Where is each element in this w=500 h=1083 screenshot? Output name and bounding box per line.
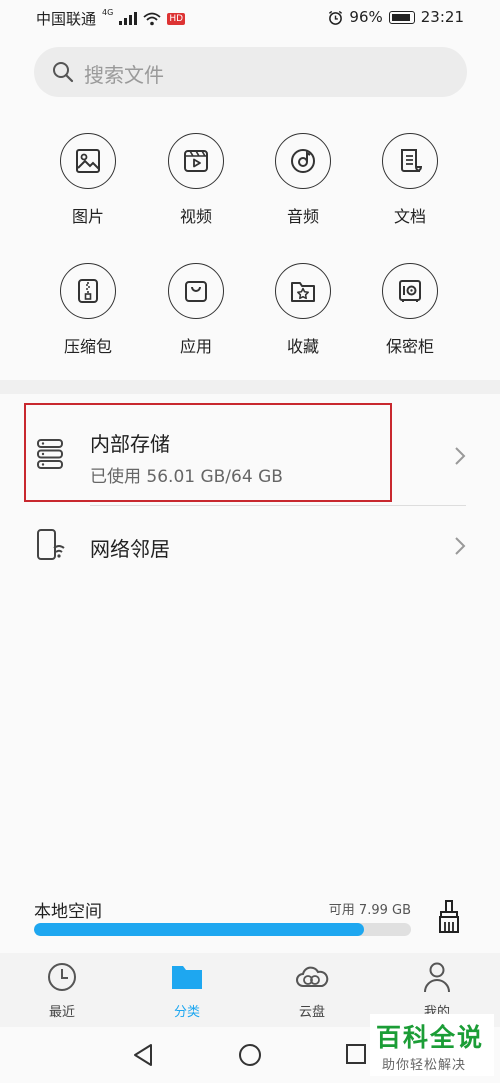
back-triangle-icon[interactable] [132, 1043, 154, 1067]
storage-progress-fill [34, 923, 364, 936]
category-safe[interactable]: 保密柜 [365, 263, 455, 357]
category-label: 文档 [393, 207, 426, 226]
home-circle-icon[interactable] [238, 1043, 262, 1067]
network-title: 网络邻居 [90, 537, 170, 561]
cleanup-broom-icon[interactable] [436, 900, 462, 934]
carrier-name: 中国联通 [36, 10, 97, 28]
cloud-icon [296, 966, 329, 987]
chevron-right-icon [455, 447, 466, 465]
clock-time: 23:21 [420, 8, 464, 26]
highlight-box [24, 403, 392, 502]
document-icon [382, 133, 438, 189]
category-documents[interactable]: 文档 [365, 133, 455, 227]
section-divider [0, 380, 500, 394]
battery-percent: 96% [349, 8, 383, 26]
folder-icon [172, 966, 202, 989]
battery-icon [388, 10, 415, 24]
archive-icon [60, 263, 116, 319]
category-label: 压缩包 [63, 337, 112, 356]
tab-recent[interactable]: 最近 [22, 961, 102, 1020]
alarm-icon [329, 10, 343, 25]
clock-icon [48, 963, 76, 991]
category-audio[interactable]: 音频 [258, 133, 348, 227]
network-device-icon [37, 529, 65, 560]
search-input[interactable]: 搜索文件 [34, 47, 467, 97]
category-label: 图片 [71, 207, 104, 226]
category-label: 保密柜 [385, 337, 434, 356]
tab-cloud[interactable]: 云盘 [272, 961, 352, 1020]
signal-icon [119, 12, 138, 25]
tab-categories[interactable]: 分类 [147, 961, 227, 1020]
category-archives[interactable]: 压缩包 [43, 263, 133, 357]
tab-label: 分类 [173, 1005, 200, 1020]
app-bag-icon [168, 263, 224, 319]
free-space-label: 可用 7.99 GB [328, 903, 411, 918]
watermark-title: 百科全说 [376, 1023, 485, 1052]
category-videos[interactable]: 视频 [151, 133, 241, 227]
person-icon [424, 962, 450, 993]
video-icon [168, 133, 224, 189]
safe-icon [382, 263, 438, 319]
favorites-folder-icon [275, 263, 331, 319]
watermark-subtitle: 助你轻松解决 [382, 1058, 467, 1073]
category-apps[interactable]: 应用 [151, 263, 241, 357]
image-icon [60, 133, 116, 189]
hd-badge: HD [167, 12, 186, 25]
network-type: 4G [102, 8, 114, 17]
status-bar: 中国联通 4G HD 96% 23:21 [0, 0, 500, 36]
local-space-title: 本地空间 [34, 902, 102, 922]
chevron-right-icon [455, 537, 466, 555]
tab-label: 最近 [48, 1005, 75, 1020]
category-label: 音频 [286, 207, 319, 226]
search-icon [53, 62, 74, 83]
recents-square-icon[interactable] [345, 1043, 367, 1065]
tab-mine[interactable]: 我的 [397, 961, 477, 1020]
search-placeholder: 搜索文件 [84, 63, 164, 87]
tab-label: 云盘 [298, 1005, 325, 1020]
category-label: 应用 [179, 337, 212, 356]
network-neighbors-row[interactable]: 网络邻居 [0, 506, 500, 584]
category-favorites[interactable]: 收藏 [258, 263, 348, 357]
wifi-icon [143, 12, 161, 25]
storage-progress-bar [34, 923, 411, 936]
category-label: 视频 [179, 207, 212, 226]
audio-icon [275, 133, 331, 189]
category-label: 收藏 [286, 337, 319, 356]
category-images[interactable]: 图片 [43, 133, 133, 227]
watermark-logo: 百科全说 助你轻松解决 [370, 1014, 494, 1076]
